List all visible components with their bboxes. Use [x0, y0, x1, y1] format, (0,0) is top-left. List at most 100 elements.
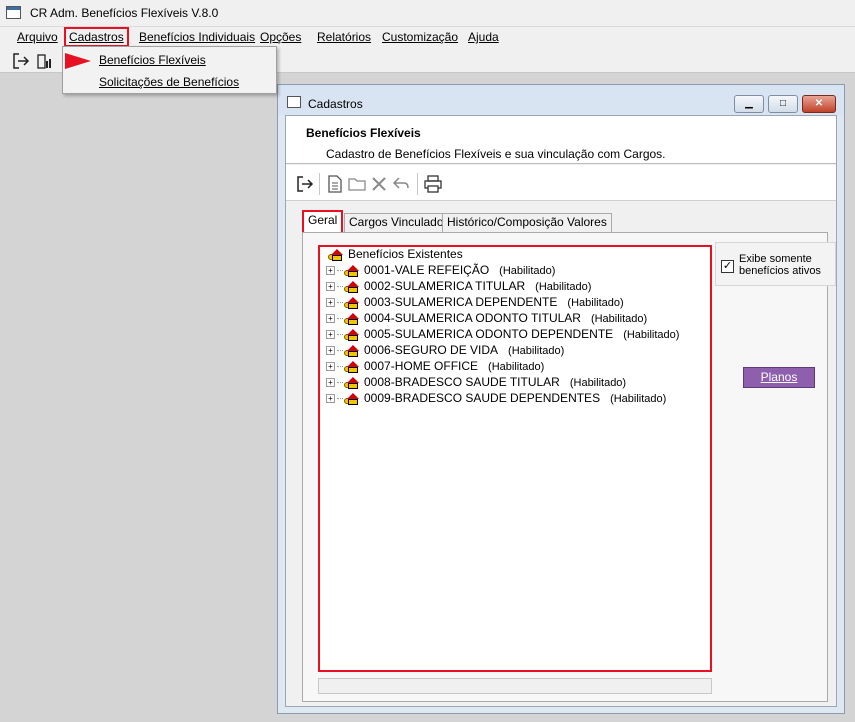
open-folder-icon[interactable]	[348, 175, 366, 193]
expand-icon[interactable]: +	[326, 266, 335, 276]
benefit-icon	[344, 328, 360, 341]
status-field	[318, 678, 712, 694]
benefit-icon	[344, 312, 360, 325]
tree-node-label: 0009-BRADESCO SAUDE DEPENDENTES	[364, 391, 601, 405]
benefit-icon	[344, 392, 360, 405]
planos-button[interactable]: Planos	[743, 367, 815, 388]
beneficios-tree[interactable]: Benefícios Existentes +0001-VALE REFEIÇÃ…	[318, 245, 712, 672]
tree-node[interactable]: +0006-SEGURO DE VIDA (Habilitado)	[326, 343, 564, 359]
tree-node-status: (Habilitado)	[610, 393, 667, 405]
tree-node[interactable]: +0002-SULAMERICA TITULAR (Habilitado)	[326, 279, 591, 295]
cadastros-dropdown: Benefícios Flexíveis Solicitações de Ben…	[62, 46, 277, 94]
app-icon	[6, 6, 21, 19]
checkbox-label-line-2: benefícios ativos	[739, 265, 821, 277]
tree-node-status: (Habilitado)	[567, 297, 624, 309]
menu-relatorios[interactable]: Relatórios	[317, 30, 371, 44]
toolbar-separator	[319, 173, 320, 195]
tab-cargos-vinculados[interactable]: Cargos Vinculados	[344, 213, 455, 232]
window-content: Benefícios Flexíveis Cadastro de Benefíc…	[285, 115, 837, 707]
tree-node-status: (Habilitado)	[508, 345, 565, 357]
report-icon[interactable]	[36, 52, 54, 70]
tree-node[interactable]: +0009-BRADESCO SAUDE DEPENDENTES (Habilit…	[326, 391, 666, 407]
app-title: CR Adm. Benefícios Flexíveis V.8.0	[30, 6, 219, 20]
exit-icon[interactable]	[296, 175, 314, 193]
delete-icon[interactable]	[370, 175, 388, 193]
undo-icon[interactable]	[392, 175, 410, 193]
tree-node[interactable]: +0008-BRADESCO SAUDE TITULAR (Habilitado)	[326, 375, 626, 391]
menu-opcoes[interactable]: Opções	[260, 30, 301, 44]
tree-node[interactable]: +0003-SULAMERICA DEPENDENTE (Habilitado)	[326, 295, 624, 311]
tree-connector	[337, 334, 343, 336]
checkbox-label-line-1: Exibe somente	[739, 253, 812, 265]
toolbar-separator	[417, 173, 418, 195]
tree-connector	[337, 318, 343, 320]
tree-node-status: (Habilitado)	[590, 313, 648, 325]
window-icon	[287, 96, 301, 108]
tree-node-label: 0007-HOME OFFICE	[364, 359, 479, 373]
tree-node[interactable]: +0004-SULAMERICA ODONTO TITULAR (Habilita…	[326, 311, 647, 327]
benefit-icon	[344, 376, 360, 389]
print-icon[interactable]	[424, 175, 442, 193]
expand-icon[interactable]: +	[326, 330, 335, 340]
new-document-icon[interactable]	[326, 175, 344, 193]
benefit-icon	[328, 248, 344, 261]
menu-bar: Arquivo Cadastros Benefícios Individuais…	[0, 27, 855, 48]
tree-connector	[337, 302, 343, 304]
expand-icon[interactable]: +	[326, 298, 335, 308]
tree-node-label: 0003-SULAMERICA DEPENDENTE	[364, 295, 558, 309]
tree-root-label: Benefícios Existentes	[348, 247, 463, 261]
benefit-icon	[344, 296, 360, 309]
tree-node-status: (Habilitado)	[535, 281, 592, 293]
tree-node-label: 0006-SEGURO DE VIDA	[364, 343, 499, 357]
tree-node[interactable]: +0005-SULAMERICA ODONTO DEPENDENTE (Habil…	[326, 327, 679, 343]
app-titlebar: CR Adm. Benefícios Flexíveis V.8.0	[0, 0, 855, 27]
cadastros-window: Cadastros ▁ □ ✕ Benefícios Flexíveis Cad…	[277, 84, 845, 714]
tree-node-status: (Habilitado)	[499, 265, 556, 277]
expand-icon[interactable]: +	[326, 394, 335, 404]
menu-beneficios-individuais[interactable]: Benefícios Individuais	[139, 30, 255, 44]
tree-connector	[337, 350, 343, 352]
benefit-icon	[344, 280, 360, 293]
expand-icon[interactable]: +	[326, 362, 335, 372]
maximize-button[interactable]: □	[768, 95, 798, 113]
window-titlebar: Cadastros ▁ □ ✕	[278, 85, 844, 115]
tab-historico-composicao[interactable]: Histórico/Composição Valores	[442, 213, 612, 232]
tree-connector	[337, 270, 343, 272]
expand-icon[interactable]: +	[326, 378, 335, 388]
tree-node-label: 0008-BRADESCO SAUDE TITULAR	[364, 375, 560, 389]
form-header-title: Benefícios Flexíveis	[306, 126, 421, 140]
menu-customizacao[interactable]: Customização	[382, 30, 458, 44]
tree-node-label: 0005-SULAMERICA ODONTO DEPENDENTE	[364, 327, 614, 341]
menu-arquivo[interactable]: Arquivo	[17, 30, 58, 44]
close-button[interactable]: ✕	[802, 95, 836, 113]
tab-geral[interactable]: Geral	[302, 210, 344, 232]
tree-connector	[337, 366, 343, 368]
benefit-icon	[344, 360, 360, 373]
tree-connector	[337, 382, 343, 384]
expand-icon[interactable]: +	[326, 346, 335, 356]
ativos-checkbox[interactable]: ✓	[721, 260, 734, 273]
ativos-checkbox-label: Exibe somente benefícios ativos	[739, 253, 821, 277]
tree-node[interactable]: +0007-HOME OFFICE (Habilitado)	[326, 359, 544, 375]
tree-node-label: 0001-VALE REFEIÇÃO	[364, 263, 490, 277]
tree-node-label: 0002-SULAMERICA TITULAR	[364, 279, 526, 293]
tree-node-status: (Habilitado)	[488, 361, 545, 373]
minimize-button[interactable]: ▁	[734, 95, 764, 113]
exit-icon[interactable]	[12, 52, 30, 70]
tree-node-label: 0004-SULAMERICA ODONTO TITULAR	[364, 311, 581, 325]
form-toolbar	[286, 165, 836, 201]
dropdown-item-solicitacoes[interactable]: Solicitações de Benefícios	[99, 75, 239, 89]
tree-node[interactable]: +0001-VALE REFEIÇÃO (Habilitado)	[326, 263, 555, 279]
expand-icon[interactable]: +	[326, 282, 335, 292]
menu-ajuda[interactable]: Ajuda	[468, 30, 499, 44]
dropdown-item-beneficios-flexiveis[interactable]: Benefícios Flexíveis	[99, 53, 206, 67]
tree-node-status: (Habilitado)	[623, 329, 680, 341]
tab-panel-geral: Benefícios Existentes +0001-VALE REFEIÇÃ…	[302, 232, 836, 702]
menu-cadastros[interactable]: Cadastros	[64, 27, 129, 47]
tree-connector	[337, 286, 343, 288]
expand-icon[interactable]: +	[326, 314, 335, 324]
tree-root[interactable]: Benefícios Existentes	[328, 247, 463, 263]
tree-node-status: (Habilitado)	[569, 377, 627, 389]
form-header: Benefícios Flexíveis Cadastro de Benefíc…	[286, 116, 836, 164]
benefit-icon	[344, 264, 360, 277]
